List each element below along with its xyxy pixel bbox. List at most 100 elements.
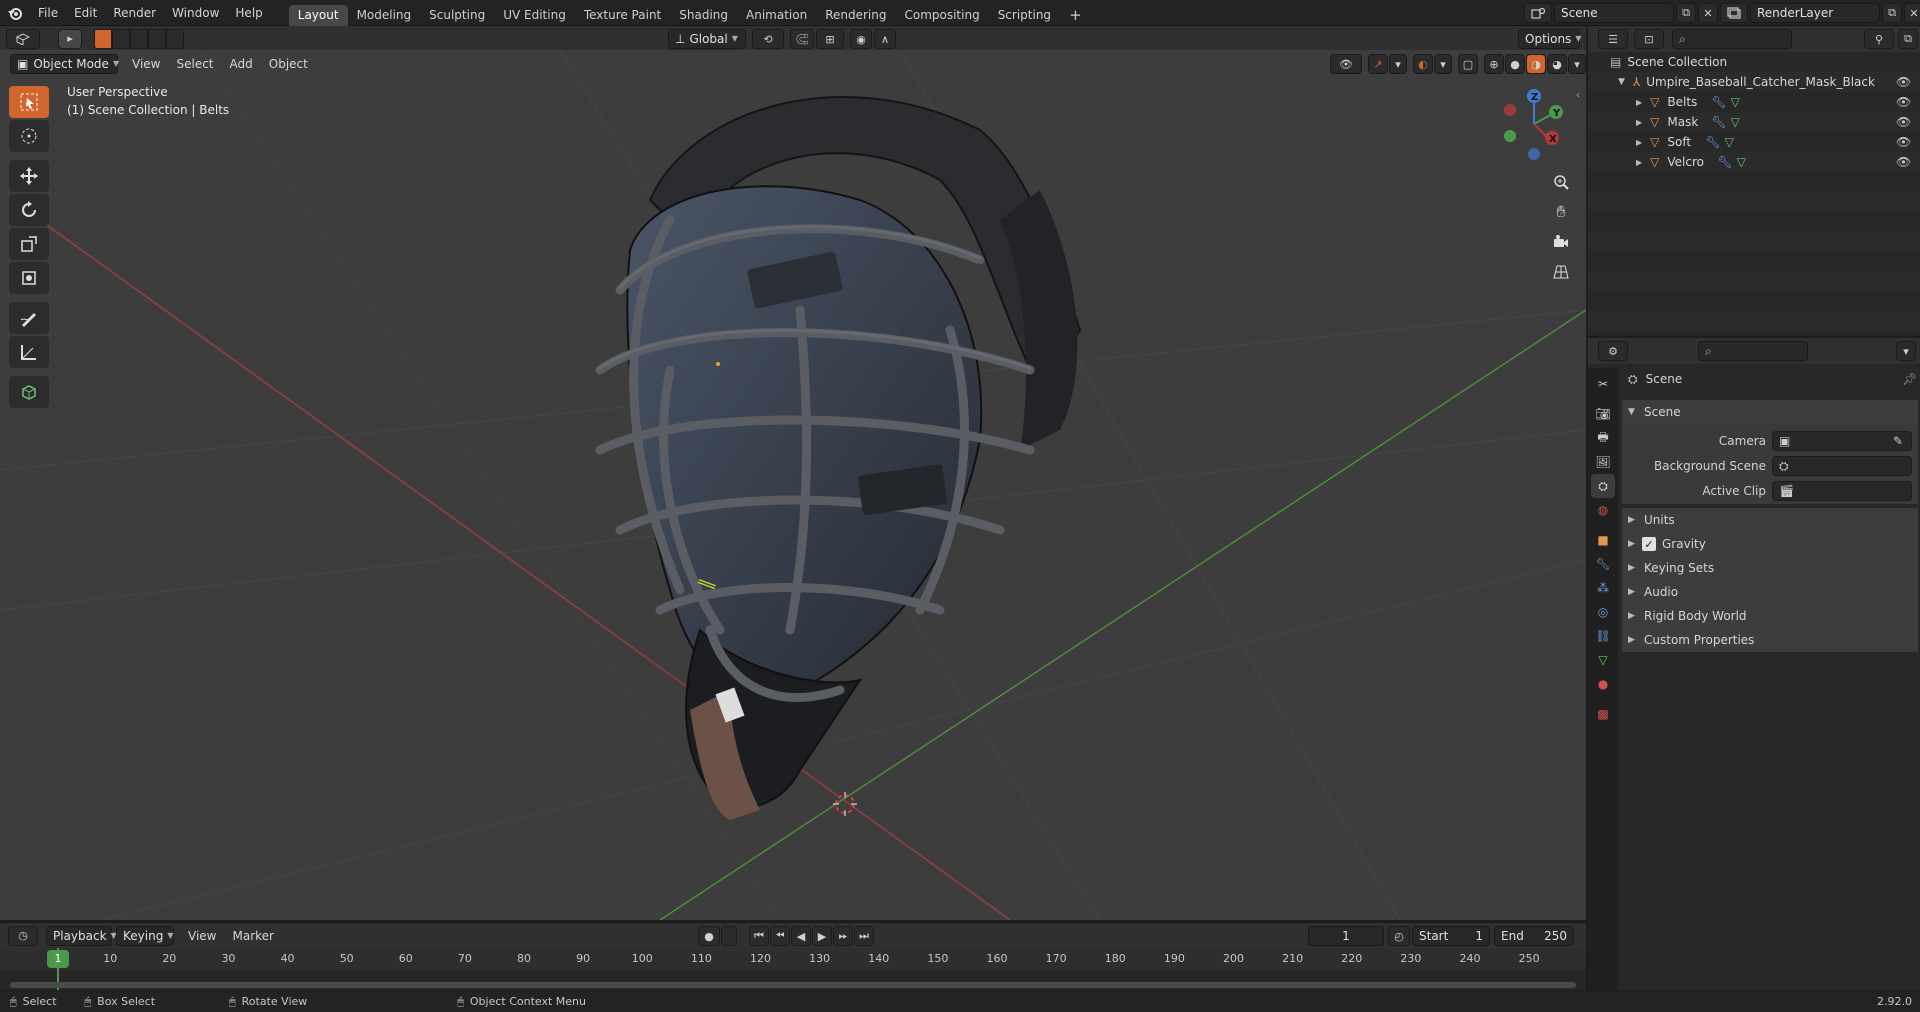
overlays-icon[interactable]: ◐ [1413,54,1433,74]
output-tab-icon[interactable]: 🖶︎ [1591,426,1615,450]
object-tab-icon[interactable]: ■ [1591,528,1615,552]
timeline-menu-marker[interactable]: Marker [224,929,281,943]
pan-hand-icon[interactable]: ✋︎ [1547,198,1575,226]
cursor-tool[interactable] [9,120,49,152]
material-shading-icon[interactable]: ◑ [1526,54,1546,74]
overlays-dropdown-icon[interactable]: ▾ [1434,54,1452,74]
properties-editor-type-icon[interactable]: ⚙ [1598,341,1628,361]
render-tab-icon[interactable]: 📷︎ [1591,402,1615,426]
play-icon[interactable]: ▶ [812,926,832,946]
navigation-gizmo[interactable]: Y X Z [1496,86,1572,162]
expand-arrow-icon[interactable]: ▶ [1636,118,1642,127]
scene-selector-icon[interactable] [1524,3,1552,23]
annotate-tool[interactable] [9,302,49,334]
timeline-scrollbar[interactable] [10,982,1576,988]
menu-edit[interactable]: Edit [66,0,105,26]
prev-keyframe-icon[interactable]: ⏪︎ [770,926,790,946]
select-subtract-icon[interactable] [130,28,148,49]
data-tab-icon[interactable]: ▽ [1591,648,1615,672]
rotate-tool[interactable] [9,194,49,226]
camera-field[interactable]: ▣ ✎ [1772,431,1912,451]
record-icon[interactable]: ● [698,926,720,946]
eye-icon[interactable]: 👁︎ [1896,155,1911,169]
tab-scripting[interactable]: Scripting [989,5,1060,26]
timeline-editor-type-icon[interactable]: ◷ [8,925,38,946]
grid-view-icon[interactable] [1547,258,1575,286]
eye-icon[interactable]: 👁︎ [1896,115,1911,129]
pin-icon[interactable]: 📌︎ [1902,372,1917,386]
snap-icon[interactable]: 🧲︎ [790,29,814,49]
select-intersect-icon[interactable] [166,28,184,49]
viewport-menu-view[interactable]: View [124,57,168,71]
camera-view-icon[interactable] [1547,228,1575,256]
tab-shading[interactable]: Shading [670,5,737,26]
next-keyframe-icon[interactable]: ⏩︎ [833,926,853,946]
new-scene-icon[interactable]: ⧉ [1676,3,1696,23]
start-frame-field[interactable]: Start 1 [1412,926,1490,946]
select-invert-icon[interactable] [148,28,166,49]
new-collection-icon[interactable]: ⧉ [1898,29,1918,49]
tab-uv-editing[interactable]: UV Editing [494,5,575,26]
expand-arrow-icon[interactable]: ▼ [1618,77,1625,87]
tab-modeling[interactable]: Modeling [348,5,421,26]
eye-icon[interactable]: 👁︎ [1896,135,1911,149]
3d-viewport[interactable]: ∥ User Perspective (1) Scene Collection … [0,50,1586,920]
tab-compositing[interactable]: Compositing [895,5,988,26]
editor-type-icon[interactable] [6,28,40,49]
end-frame-field[interactable]: End 250 [1494,926,1574,946]
object-mode-dropdown[interactable]: ▣ Object Mode ▼ [10,54,119,74]
tab-sculpting[interactable]: Sculpting [420,5,494,26]
custom-properties-panel-header[interactable]: ▶ Custom Properties [1622,628,1918,652]
jump-start-icon[interactable]: ⏮︎ [749,926,769,946]
select-box-tool[interactable] [9,86,49,118]
expand-arrow-icon[interactable]: ▶ [1636,98,1642,107]
outliner-object-soft[interactable]: ▶ ▽ Soft 🔧︎ ▽ 👁︎ [1588,132,1920,152]
material-tab-icon[interactable]: ● [1591,672,1615,696]
blender-logo-icon[interactable] [0,0,30,26]
tab-texture-paint[interactable]: Texture Paint [575,5,670,26]
outliner-scene-collection[interactable]: ▤ Scene Collection [1588,52,1920,72]
expand-arrow-icon[interactable]: ▶ [1636,158,1642,167]
keying-dropdown[interactable]: Keying ▼ [116,925,174,946]
timeline-area[interactable]: 1 10 20 30 40 50 60 70 80 90 100 110 120 130 140 150 16… [0,948,1586,990]
physics-tab-icon[interactable]: ◎ [1591,600,1615,624]
outliner-search-input[interactable]: ⌕ [1672,29,1792,49]
active-clip-field[interactable]: 🎬︎ [1772,481,1912,501]
gizmo-icon[interactable]: ↗ [1368,54,1388,74]
falloff-icon[interactable]: ∧ [874,29,896,49]
menu-window[interactable]: Window [164,0,227,26]
gravity-checkbox[interactable]: ✓ [1642,537,1656,551]
scene-tab-icon[interactable]: ⛭ [1591,474,1615,498]
delete-scene-icon[interactable]: ✕ [1698,3,1718,23]
gizmo-dropdown-icon[interactable]: ▾ [1389,54,1407,74]
tab-rendering[interactable]: Rendering [816,5,895,26]
outliner-object-mask[interactable]: ▶ ▽ Mask 🔧︎ ▽ 👁︎ [1588,112,1920,132]
viewport-menu-add[interactable]: Add [222,57,261,71]
menu-file[interactable]: File [30,0,66,26]
play-reverse-icon[interactable]: ◀ [791,926,811,946]
current-frame-field[interactable]: 1 [1308,926,1384,946]
measure-tool[interactable] [9,336,49,368]
menu-render[interactable]: Render [105,0,164,26]
viewport-menu-object[interactable]: Object [261,57,316,71]
delete-layer-icon[interactable]: ✕ [1904,3,1920,23]
sidebar-toggle-icon[interactable]: ‹ [1576,90,1580,101]
scene-panel-header[interactable]: ▼ Scene [1622,400,1918,424]
view-layer-icon[interactable] [1720,3,1748,23]
properties-options-icon[interactable]: ▾ [1896,341,1916,361]
wireframe-shading-icon[interactable]: ⊕ [1484,54,1504,74]
options-dropdown[interactable]: Options ▼ [1518,29,1581,49]
eye-icon[interactable]: 👁︎ [1896,95,1911,109]
keying-sets-panel-header[interactable]: ▶ Keying Sets [1622,556,1918,580]
shading-dropdown-icon[interactable]: ▾ [1568,54,1586,74]
visibility-icon[interactable]: 👁︎ [1330,54,1362,74]
move-tool[interactable] [9,160,49,192]
transform-tool[interactable] [9,262,49,294]
outliner-object-velcro[interactable]: ▶ ▽ Velcro 🔧︎ ▽ 👁︎ [1588,152,1920,172]
particles-tab-icon[interactable]: ⁂ [1591,576,1615,600]
solid-shading-icon[interactable]: ● [1505,54,1525,74]
timeline-menu-view[interactable]: View [180,929,224,943]
add-workspace-button[interactable]: + [1060,5,1091,26]
world-tab-icon[interactable]: ◍ [1591,498,1615,522]
transform-orientation-dropdown[interactable]: ⊥ Global ▼ [668,29,746,49]
